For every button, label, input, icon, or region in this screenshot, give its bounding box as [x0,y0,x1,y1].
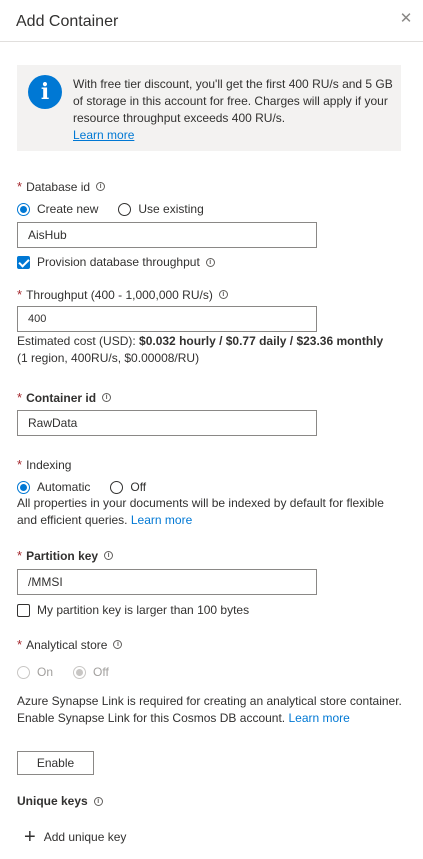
analytical-store-label-text: Analytical store [26,637,108,652]
indexing-label: * Indexing [17,457,71,472]
database-id-input[interactable]: AisHub [17,222,317,248]
container-id-input[interactable]: RawData [17,410,317,436]
info-icon: i [28,75,62,109]
info-tooltip-icon[interactable]: i [96,182,106,191]
required-mark: * [17,179,23,194]
estimated-cost-value: $0.032 hourly / $0.77 daily / $23.36 mon… [139,334,384,348]
plus-icon: + [24,826,36,848]
indexing-off-radio[interactable] [110,480,124,494]
database-mode-radio-group: Create new Use existing [17,202,224,216]
analytical-store-label: * Analytical store i [17,637,123,652]
info-learn-more-link[interactable]: Learn more [73,128,134,142]
throughput-input[interactable]: 400 [17,306,317,332]
indexing-description-text: All properties in your documents will be… [17,496,384,527]
required-mark: * [17,548,23,563]
use-existing-radio[interactable] [118,202,132,216]
provision-throughput-label: Provision database throughput [37,255,200,269]
info-tooltip-icon[interactable]: i [113,640,123,649]
required-mark: * [17,457,23,472]
partition-key-label: * Partition key i [17,548,114,563]
free-tier-info-banner: i With free tier discount, you'll get th… [17,65,401,151]
info-banner-text: With free tier discount, you'll get the … [73,76,395,144]
create-new-label: Create new [37,202,99,216]
estimated-cost: Estimated cost (USD): $0.032 hourly / $0… [17,333,383,367]
add-unique-key-label: Add unique key [43,830,127,844]
estimated-cost-prefix: Estimated cost (USD): [17,334,140,348]
provision-throughput-checkbox[interactable] [17,255,30,269]
analytical-on-label: On [37,665,54,679]
analytical-off-radio [73,665,87,679]
panel-header: Add Container ✕ [0,0,423,42]
close-icon[interactable]: ✕ [397,10,415,28]
indexing-learn-more-link[interactable]: Learn more [131,513,192,527]
container-id-label-text: Container id [26,390,97,405]
large-partition-key-checkbox[interactable] [17,603,30,617]
unique-keys-label-text: Unique keys [17,794,88,808]
add-unique-key-button[interactable]: + Add unique key [24,826,127,848]
info-tooltip-icon[interactable]: i [205,257,215,267]
estimated-cost-detail: (1 region, 400RU/s, $0.00008/RU) [17,351,200,365]
database-id-label: * Database id i [17,179,106,194]
enable-synapse-button[interactable]: Enable [17,751,94,775]
partition-key-label-text: Partition key [26,548,99,563]
required-mark: * [17,287,23,302]
info-tooltip-icon[interactable]: i [102,393,112,402]
synapse-link-description: Azure Synapse Link is required for creat… [17,693,407,727]
required-mark: * [17,390,23,405]
container-id-label: * Container id i [17,390,112,405]
throughput-label-text: Throughput (400 - 1,000,000 RU/s) [26,287,213,302]
info-banner-message: With free tier discount, you'll get the … [73,77,393,125]
info-tooltip-icon[interactable]: i [218,290,228,299]
partition-key-input[interactable]: /MMSI [17,569,317,595]
create-new-radio[interactable] [17,202,30,216]
database-id-label-text: Database id [26,179,91,194]
large-partition-key-row: My partition key is larger than 100 byte… [17,603,249,617]
indexing-label-text: Indexing [26,457,72,472]
panel-title: Add Container [16,13,119,30]
indexing-automatic-radio[interactable] [17,480,30,494]
large-partition-key-label: My partition key is larger than 100 byte… [37,603,250,617]
analytical-off-label: Off [93,665,109,679]
info-tooltip-icon[interactable]: i [104,551,114,560]
indexing-description: All properties in your documents will be… [17,495,407,529]
analytical-on-radio [17,665,30,679]
provision-throughput-row: Provision database throughput i [17,255,215,269]
throughput-label: * Throughput (400 - 1,000,000 RU/s) i [17,287,228,302]
indexing-automatic-label: Automatic [37,480,91,494]
unique-keys-label: Unique keys i [17,794,103,808]
info-tooltip-icon[interactable]: i [93,796,103,806]
required-mark: * [17,637,23,652]
synapse-learn-more-link[interactable]: Learn more [288,711,349,725]
indexing-off-label: Off [130,480,147,494]
analytical-store-radio-group: On Off [17,665,129,679]
use-existing-label: Use existing [138,202,204,216]
indexing-radio-group: Automatic Off [17,480,166,494]
